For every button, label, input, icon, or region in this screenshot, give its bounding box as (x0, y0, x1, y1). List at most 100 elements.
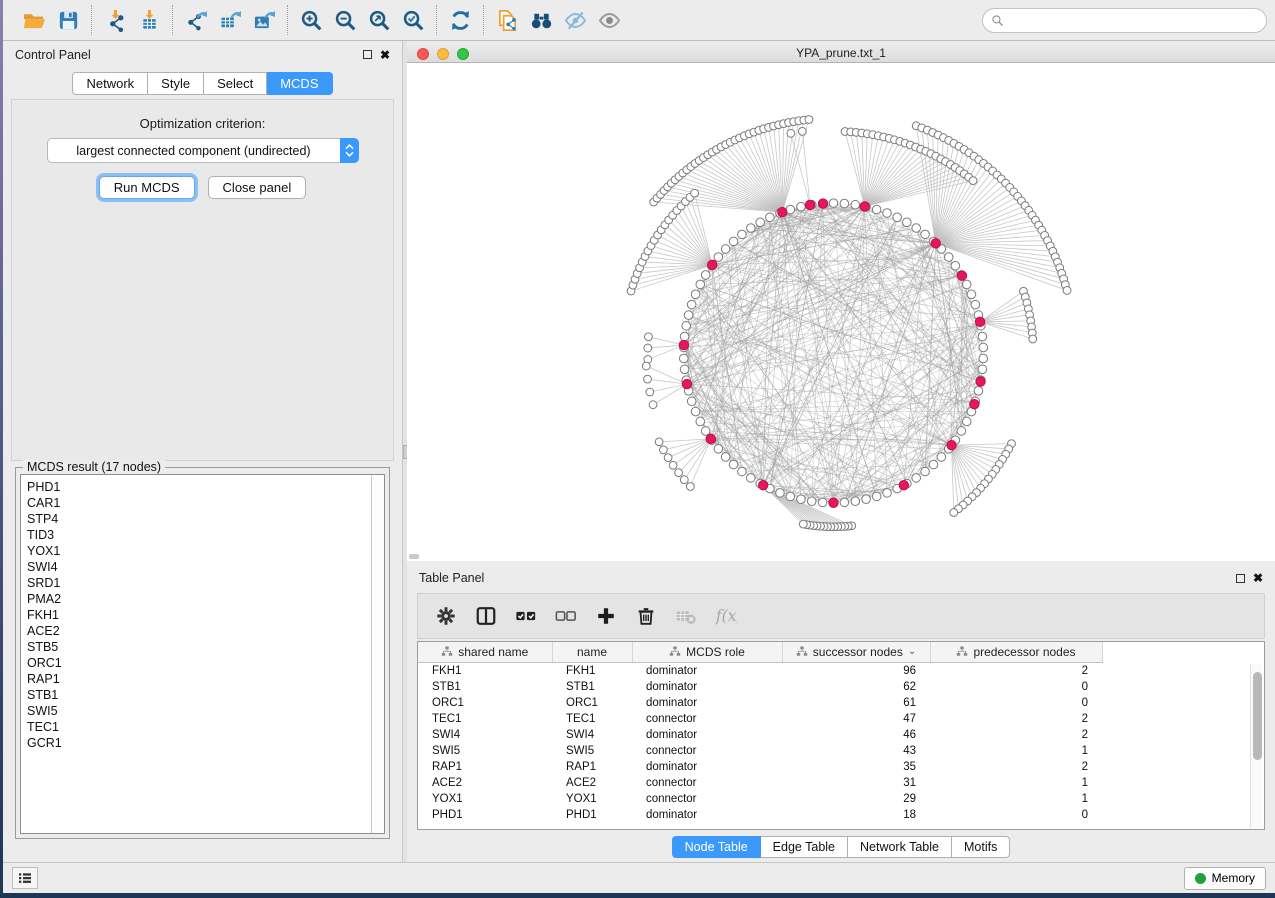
name-cell[interactable]: TEC1 (552, 711, 632, 727)
table-close-icon[interactable]: ✖ (1253, 572, 1263, 584)
column-header-mcds-role[interactable]: MCDS role (632, 642, 782, 663)
mcds-result-item[interactable]: SWI5 (27, 703, 371, 719)
mcds-result-item[interactable]: PHD1 (27, 479, 371, 495)
zoom-in-button[interactable] (294, 5, 328, 35)
mcds-role-cell[interactable]: connector (632, 743, 782, 759)
column-header-shared-name[interactable]: shared name (418, 642, 552, 663)
refresh-button[interactable] (443, 5, 477, 35)
duplicate-network-button[interactable] (490, 5, 524, 35)
search-input[interactable] (1009, 13, 1258, 27)
export-table-button[interactable] (213, 5, 247, 35)
table-row[interactable]: STB1STB1dominator620 (418, 679, 1264, 695)
delete-row-button[interactable] (628, 599, 664, 633)
optimization-criterion-select[interactable]: largest connected component (undirected) (47, 138, 359, 163)
successor-nodes-cell[interactable]: 29 (782, 791, 930, 807)
export-network-button[interactable] (179, 5, 213, 35)
table-row[interactable]: SWI4SWI4dominator462 (418, 727, 1264, 743)
mcds-result-item[interactable]: PMA2 (27, 591, 371, 607)
window-minimize-button[interactable] (437, 48, 449, 60)
search-network-button[interactable] (524, 5, 558, 35)
predecessor-nodes-cell[interactable]: 2 (930, 711, 1102, 727)
shared-name-cell[interactable]: SWI5 (418, 743, 552, 759)
name-cell[interactable]: PHD1 (552, 807, 632, 823)
shared-name-cell[interactable]: FKH1 (418, 663, 552, 679)
mcds-result-item[interactable]: ACE2 (27, 623, 371, 639)
export-image-button[interactable] (247, 5, 281, 35)
table-row[interactable]: RAP1RAP1dominator352 (418, 759, 1264, 775)
mcds-result-item[interactable]: STP4 (27, 511, 371, 527)
table-row[interactable]: SWI5SWI5connector431 (418, 743, 1264, 759)
column-header-name[interactable]: name (552, 642, 632, 663)
save-session-button[interactable] (51, 5, 85, 35)
table-row[interactable]: YOX1YOX1connector291 (418, 791, 1264, 807)
mcds-result-item[interactable]: STB5 (27, 639, 371, 655)
mcds-result-item[interactable]: CAR1 (27, 495, 371, 511)
successor-nodes-cell[interactable]: 62 (782, 679, 930, 695)
mcds-result-list[interactable]: PHD1CAR1STP4TID3YOX1SWI4SRD1PMA2FKH1ACE2… (21, 475, 371, 833)
name-cell[interactable]: STB1 (552, 679, 632, 695)
mcds-list-scrollbar[interactable] (371, 475, 384, 833)
shared-name-cell[interactable]: RAP1 (418, 759, 552, 775)
table-settings-button[interactable] (428, 599, 464, 633)
mcds-role-cell[interactable]: dominator (632, 663, 782, 679)
shared-name-cell[interactable]: PHD1 (418, 807, 552, 823)
search-box[interactable] (982, 8, 1267, 33)
zoom-fit-button[interactable] (362, 5, 396, 35)
shared-name-cell[interactable]: SWI4 (418, 727, 552, 743)
mcds-result-item[interactable]: FKH1 (27, 607, 371, 623)
predecessor-nodes-cell[interactable]: 1 (930, 743, 1102, 759)
successor-nodes-cell[interactable]: 61 (782, 695, 930, 711)
show-all-button[interactable] (592, 5, 626, 35)
table-row[interactable]: TEC1TEC1connector472 (418, 711, 1264, 727)
name-cell[interactable]: YOX1 (552, 791, 632, 807)
select-all-button[interactable] (508, 599, 544, 633)
column-header-predecessor-nodes[interactable]: predecessor nodes (930, 642, 1102, 663)
network-view[interactable] (407, 63, 1275, 561)
shared-name-cell[interactable]: STB1 (418, 679, 552, 695)
network-window-titlebar[interactable]: YPA_prune.txt_1 (407, 44, 1275, 63)
table-scrollbar[interactable] (1250, 664, 1263, 828)
successor-nodes-cell[interactable]: 46 (782, 727, 930, 743)
predecessor-nodes-cell[interactable]: 0 (930, 695, 1102, 711)
tab-style[interactable]: Style (148, 72, 204, 95)
predecessor-nodes-cell[interactable]: 2 (930, 663, 1102, 679)
predecessor-nodes-cell[interactable]: 0 (930, 807, 1102, 823)
successor-nodes-cell[interactable]: 31 (782, 775, 930, 791)
mcds-result-item[interactable]: RAP1 (27, 671, 371, 687)
mcds-role-cell[interactable]: connector (632, 791, 782, 807)
window-close-button[interactable] (417, 48, 429, 60)
table-row[interactable]: FKH1FKH1dominator962 (418, 663, 1264, 679)
mcds-result-item[interactable]: GCR1 (27, 735, 371, 751)
mcds-result-item[interactable]: STB1 (27, 687, 371, 703)
shared-name-cell[interactable]: ACE2 (418, 775, 552, 791)
name-cell[interactable]: FKH1 (552, 663, 632, 679)
close-panel-icon[interactable]: ✖ (380, 49, 390, 61)
successor-nodes-cell[interactable]: 43 (782, 743, 930, 759)
table-float-icon[interactable] (1236, 574, 1245, 583)
mcds-result-item[interactable]: TEC1 (27, 719, 371, 735)
mcds-role-cell[interactable]: dominator (632, 727, 782, 743)
successor-nodes-cell[interactable]: 18 (782, 807, 930, 823)
name-cell[interactable]: ORC1 (552, 695, 632, 711)
float-panel-icon[interactable] (363, 50, 372, 59)
name-cell[interactable]: ACE2 (552, 775, 632, 791)
tab-edge-table[interactable]: Edge Table (761, 836, 848, 858)
predecessor-nodes-cell[interactable]: 2 (930, 759, 1102, 775)
predecessor-nodes-cell[interactable]: 0 (930, 679, 1102, 695)
network-hscroll-thumb[interactable] (409, 554, 419, 559)
show-columns-button[interactable] (468, 599, 504, 633)
tab-network[interactable]: Network (72, 72, 148, 95)
shared-name-cell[interactable]: YOX1 (418, 791, 552, 807)
table-row[interactable]: PHD1PHD1dominator180 (418, 807, 1264, 823)
tab-network-table[interactable]: Network Table (848, 836, 952, 858)
zoom-out-button[interactable] (328, 5, 362, 35)
column-header-successor-nodes[interactable]: successor nodes⌄ (782, 642, 930, 663)
memory-button[interactable]: Memory (1184, 867, 1266, 890)
mcds-role-cell[interactable]: connector (632, 775, 782, 791)
name-cell[interactable]: SWI5 (552, 743, 632, 759)
add-row-button[interactable] (588, 599, 624, 633)
mcds-result-item[interactable]: ORC1 (27, 655, 371, 671)
mcds-role-cell[interactable]: dominator (632, 807, 782, 823)
mcds-result-item[interactable]: SWI4 (27, 559, 371, 575)
close-panel-button[interactable]: Close panel (208, 176, 307, 199)
